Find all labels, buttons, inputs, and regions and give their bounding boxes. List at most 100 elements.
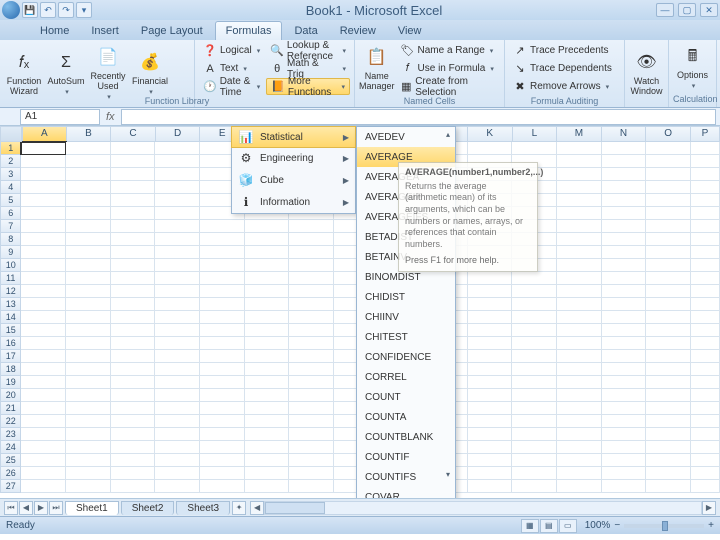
cell[interactable] [21,181,66,194]
cell[interactable] [111,480,156,493]
cell[interactable] [21,350,66,363]
row-header[interactable]: 27 [0,480,21,493]
cell[interactable] [111,298,156,311]
cell[interactable] [200,428,245,441]
cell[interactable] [111,376,156,389]
cell[interactable] [155,246,200,259]
cell[interactable] [646,467,691,480]
cell[interactable] [21,285,66,298]
cell[interactable] [468,467,513,480]
cell[interactable] [245,363,290,376]
tab-page-layout[interactable]: Page Layout [131,22,213,40]
cell[interactable] [155,194,200,207]
cell[interactable] [602,272,647,285]
cell[interactable] [691,311,720,324]
row-header[interactable]: 8 [0,233,21,246]
column-header[interactable]: K [468,126,513,142]
cell[interactable] [245,480,290,493]
cell[interactable] [691,363,720,376]
cell[interactable] [200,415,245,428]
cell[interactable] [468,350,513,363]
cell[interactable] [557,207,602,220]
cell[interactable] [200,285,245,298]
cell[interactable] [66,428,111,441]
cell[interactable] [602,480,647,493]
cell[interactable] [111,363,156,376]
cell[interactable] [557,337,602,350]
cell[interactable] [155,181,200,194]
cell[interactable] [155,155,200,168]
cell[interactable] [66,454,111,467]
cell[interactable] [21,363,66,376]
cell[interactable] [646,324,691,337]
cell[interactable] [289,376,334,389]
column-header[interactable]: D [156,126,201,142]
cell[interactable] [512,363,557,376]
cell[interactable] [691,259,720,272]
cell[interactable] [557,220,602,233]
cell[interactable] [155,142,200,155]
cell[interactable] [691,376,720,389]
function-item[interactable]: CONFIDENCE [357,347,455,367]
cell[interactable] [66,480,111,493]
cell[interactable] [646,168,691,181]
cell[interactable] [602,246,647,259]
datetime-button[interactable]: 🕐Date & Time▾ [199,78,264,95]
cell[interactable] [557,441,602,454]
cell[interactable] [200,454,245,467]
cell[interactable] [21,428,66,441]
watch-window-button[interactable]: 👁Watch Window [629,42,664,105]
cell[interactable] [111,155,156,168]
cell[interactable] [200,311,245,324]
cell[interactable] [21,311,66,324]
name-range-button[interactable]: 🏷Name a Range▾ [397,42,500,59]
cell[interactable] [468,480,513,493]
cell[interactable] [468,311,513,324]
cell[interactable] [602,350,647,363]
first-sheet-button[interactable]: ⏮ [4,501,18,515]
cell[interactable] [512,337,557,350]
cell[interactable] [289,298,334,311]
cell[interactable] [200,259,245,272]
cell[interactable] [557,428,602,441]
row-header[interactable]: 24 [0,441,21,454]
cell[interactable] [557,194,602,207]
cell[interactable] [512,350,557,363]
sheet-tab[interactable]: Sheet3 [176,501,230,515]
cell[interactable] [602,298,647,311]
cell[interactable] [602,311,647,324]
cell[interactable] [245,285,290,298]
cell[interactable] [691,402,720,415]
cell[interactable] [602,142,647,155]
cell[interactable] [21,454,66,467]
cell[interactable] [155,272,200,285]
zoom-slider[interactable] [624,524,704,528]
text-button[interactable]: AText▾ [199,60,264,77]
cell[interactable] [557,259,602,272]
cell[interactable] [21,220,66,233]
cell[interactable] [245,311,290,324]
column-header[interactable]: A [22,126,67,142]
cell[interactable] [646,142,691,155]
cell[interactable] [512,324,557,337]
cell[interactable] [602,324,647,337]
column-header[interactable]: B [67,126,112,142]
cell[interactable] [602,181,647,194]
row-header[interactable]: 3 [0,168,21,181]
cell[interactable] [557,376,602,389]
cell[interactable] [111,311,156,324]
cell[interactable] [646,480,691,493]
cell[interactable] [289,259,334,272]
cell[interactable] [200,298,245,311]
cell[interactable] [66,194,111,207]
cell[interactable] [512,376,557,389]
cell[interactable] [289,324,334,337]
column-header[interactable]: C [111,126,156,142]
cell[interactable] [245,441,290,454]
cell[interactable] [512,467,557,480]
cell[interactable] [602,337,647,350]
cell[interactable] [155,363,200,376]
cell[interactable] [557,285,602,298]
cell[interactable] [111,467,156,480]
scroll-right-icon[interactable]: ▶ [702,501,716,515]
